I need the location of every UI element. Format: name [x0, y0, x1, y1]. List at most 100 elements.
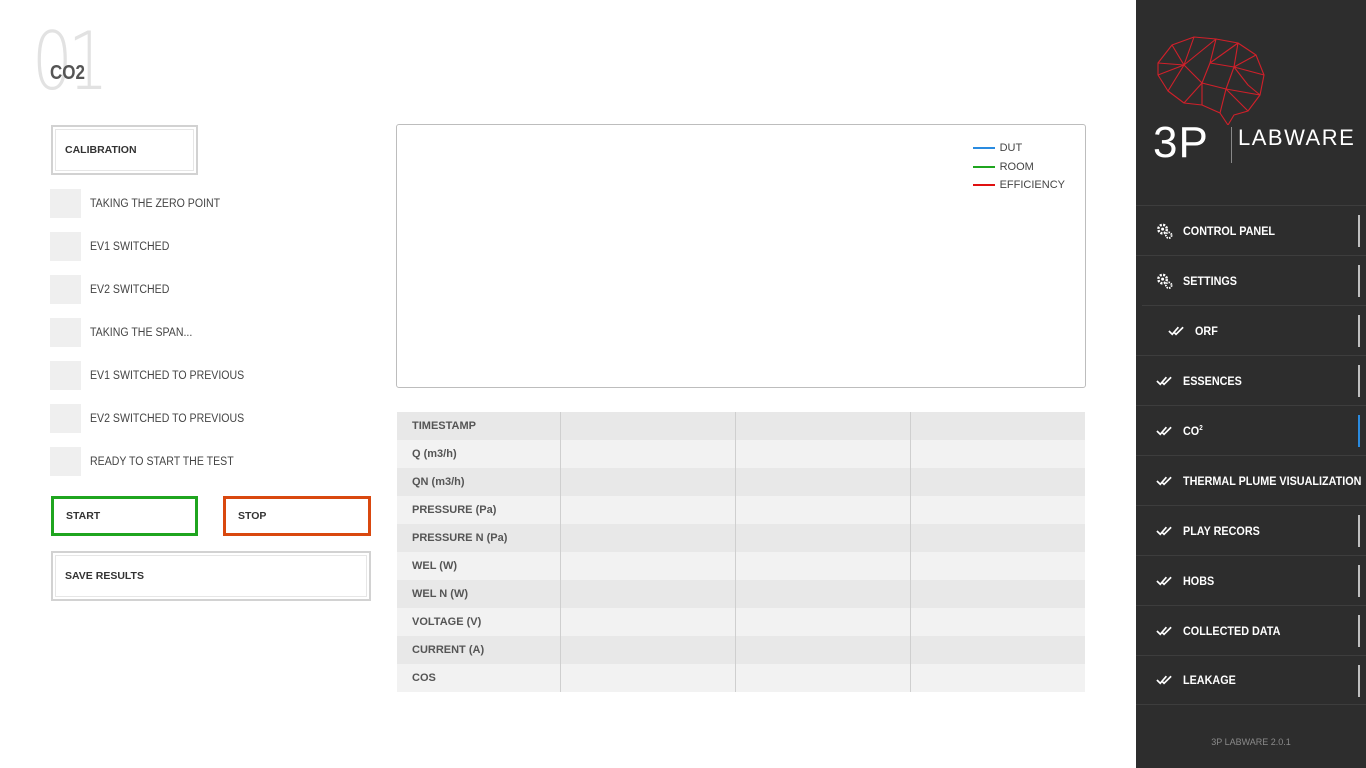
step-label: TAKING THE SPAN... [90, 326, 193, 339]
sidebar-item-hobs[interactable]: HOBS [1136, 555, 1366, 605]
sidebar-item-collected-data[interactable]: COLLECTED DATA [1136, 605, 1366, 655]
step-ev2-previous: EV2 SWITCHED TO PREVIOUS [50, 404, 258, 433]
legend-item-room: ROOM [972, 158, 1065, 177]
table-cell [734, 664, 910, 692]
table-cell [734, 608, 910, 636]
sidebar: 3P LABWARE CONTROL PANEL SETTINGS ORF ES… [1136, 0, 1366, 768]
legend-swatch [972, 147, 995, 150]
row-label: TIMESTAMP [397, 412, 560, 440]
table-cell [909, 580, 1085, 608]
row-label: WEL (W) [397, 552, 560, 580]
table-row: QN (m3/h) [397, 468, 1085, 496]
step-label: TAKING THE ZERO POINT [90, 197, 221, 210]
table-cell [559, 412, 735, 440]
gears-icon [1156, 272, 1173, 289]
table-cell [734, 412, 910, 440]
table-cell [734, 636, 910, 664]
step-ev1-switched: EV1 SWITCHED [50, 232, 258, 261]
save-results-button[interactable]: SAVE RESULTS [51, 551, 371, 601]
table-cell [559, 552, 735, 580]
sidebar-item-indicator [1358, 615, 1360, 647]
sidebar-item-label-text: CO [1183, 423, 1200, 438]
sidebar-item-essences[interactable]: ESSENCES [1136, 355, 1366, 405]
sidebar-item-label: SETTINGS [1183, 273, 1238, 288]
step-zero-point: TAKING THE ZERO POINT [50, 189, 258, 218]
sidebar-item-indicator [1358, 515, 1360, 547]
step-indicator [50, 404, 81, 433]
sidebar-item-label: CO2 [1183, 424, 1203, 438]
legend-swatch [972, 184, 995, 187]
sidebar-item-indicator [1358, 565, 1360, 597]
step-indicator [50, 361, 81, 390]
sidebar-item-indicator [1358, 265, 1360, 297]
start-button[interactable]: START [51, 496, 198, 536]
sidebar-item-label: PLAY RECORS [1183, 523, 1260, 538]
step-ev1-previous: EV1 SWITCHED TO PREVIOUS [50, 361, 258, 390]
legend-label: EFFICIENCY [999, 179, 1065, 192]
sidebar-item-indicator [1358, 415, 1360, 447]
step-label: EV2 SWITCHED [90, 283, 170, 296]
table-row: PRESSURE N (Pa) [397, 524, 1085, 552]
sidebar-item-orf[interactable]: ORF [1142, 305, 1366, 355]
table-cell [559, 636, 735, 664]
sidebar-item-label: LEAKAGE [1183, 673, 1236, 687]
calibration-button[interactable]: CALIBRATION [51, 125, 198, 175]
sidebar-item-control-panel[interactable]: CONTROL PANEL [1136, 205, 1366, 255]
step-ev2-switched: EV2 SWITCHED [50, 275, 258, 304]
sidebar-item-label: COLLECTED DATA [1183, 623, 1281, 638]
table-row: CURRENT (A) [397, 636, 1085, 664]
table-cell [909, 664, 1085, 692]
step-indicator [50, 275, 81, 304]
step-indicator [50, 447, 81, 476]
double-check-icon [1156, 572, 1173, 589]
table-cell [559, 608, 735, 636]
step-indicator [50, 232, 81, 261]
table-row: COS [397, 664, 1085, 692]
table-cell [734, 440, 910, 468]
sidebar-item-indicator [1358, 315, 1360, 347]
table-cell [909, 552, 1085, 580]
table-cell [734, 468, 910, 496]
table-row: VOLTAGE (V) [397, 608, 1085, 636]
table-cell [909, 636, 1085, 664]
sidebar-item-leakage[interactable]: LEAKAGE [1136, 655, 1366, 705]
step-label: EV1 SWITCHED TO PREVIOUS [90, 369, 245, 382]
stop-button[interactable]: STOP [223, 496, 371, 536]
table-cell [909, 608, 1085, 636]
sidebar-item-label-sup: 2 [1199, 424, 1203, 432]
sidebar-item-settings[interactable]: SETTINGS [1136, 255, 1366, 305]
table-cell [559, 580, 735, 608]
legend-item-dut: DUT [972, 139, 1065, 158]
sidebar-item-label: CONTROL PANEL [1183, 223, 1276, 238]
step-ready: READY TO START THE TEST [50, 447, 258, 476]
table-cell [909, 440, 1085, 468]
table-cell [734, 524, 910, 552]
sidebar-nav: CONTROL PANEL SETTINGS ORF ESSENCES CO2 … [1136, 205, 1366, 705]
row-label: CURRENT (A) [397, 636, 560, 664]
step-indicator [50, 189, 81, 218]
logo-labware-text: LABWARE [1238, 125, 1356, 150]
page-title: CO2 [50, 62, 85, 84]
logo-3p-text: 3P [1153, 118, 1209, 167]
row-label: PRESSURE (Pa) [397, 496, 560, 524]
double-check-icon [1168, 322, 1185, 339]
double-check-icon [1156, 472, 1173, 489]
row-label: WEL N (W) [397, 580, 560, 608]
sidebar-item-play-recors[interactable]: PLAY RECORS [1136, 505, 1366, 555]
sidebar-item-indicator [1358, 665, 1360, 697]
table-row: WEL (W) [397, 552, 1085, 580]
table-cell [734, 552, 910, 580]
sidebar-item-indicator [1358, 215, 1360, 247]
step-label: READY TO START THE TEST [90, 455, 234, 468]
sidebar-item-thermal-plume[interactable]: THERMAL PLUME VISUALIZATION [1136, 455, 1366, 505]
legend-label: ROOM [999, 160, 1034, 173]
row-label: COS [397, 664, 560, 692]
step-label: EV1 SWITCHED [90, 240, 170, 253]
version-text: 3P LABWARE 2.0.1 [1211, 737, 1291, 747]
sidebar-item-co2[interactable]: CO2 [1136, 405, 1366, 455]
double-check-icon [1156, 522, 1173, 539]
row-label: Q (m3/h) [397, 440, 560, 468]
table-cell [559, 468, 735, 496]
legend-label: DUT [999, 142, 1023, 155]
sidebar-item-indicator [1358, 365, 1360, 397]
